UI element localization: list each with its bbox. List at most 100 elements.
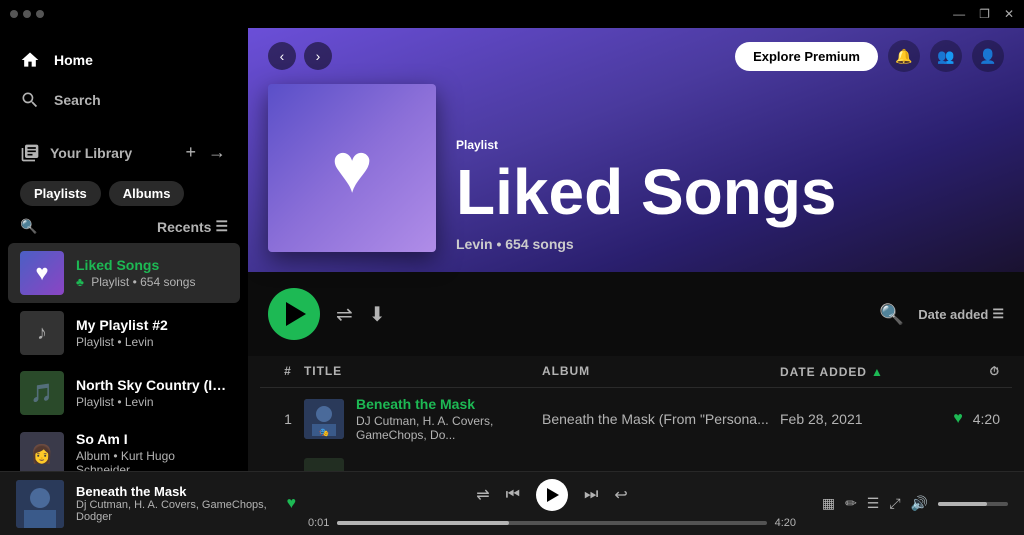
play-large-button[interactable] (268, 288, 320, 340)
library-actions: + → (183, 140, 228, 165)
titlebar-controls: — ❐ ✕ (953, 7, 1014, 21)
library-search-row: 🔍 Recents ☰ (8, 214, 240, 243)
player-track-name: Beneath the Mask (76, 484, 275, 499)
track-liked-1[interactable]: ♥ (953, 410, 963, 428)
friends-button[interactable]: 👥 (930, 40, 962, 72)
track-artists-1: DJ Cutman, H. A. Covers, GameChops, Do..… (356, 414, 542, 442)
player-track-artist: Dj Cutman, H. A. Covers, GameChops, Dodg… (76, 499, 275, 523)
ctrl-right: 🔍 Date added ☰ (879, 302, 1004, 327)
lyrics-button[interactable]: ☰ (867, 495, 880, 512)
tracklist-header: # Title Album Date added ▲ ⏱ (260, 356, 1012, 388)
titlebar-dot-2 (23, 10, 31, 18)
north-sky-name: North Sky Country (In-Game) (76, 377, 228, 393)
filter-playlists-button[interactable]: Playlists (20, 181, 101, 206)
track-actions-1: ♥ 4:20 (940, 410, 1000, 428)
volume-icon[interactable]: 🔊 (911, 495, 928, 512)
add-library-button[interactable]: + (183, 140, 198, 165)
download-button[interactable]: ⬇ (369, 302, 386, 327)
hero-topbar: ‹ › Explore Premium 🔔 👥 👤 (248, 28, 1024, 72)
so-am-i-meta: Album • Kurt Hugo Schneider (76, 449, 228, 471)
track-title-1: Beneath the Mask (356, 396, 542, 412)
titlebar-dot-1 (10, 10, 18, 18)
progress-fill (337, 521, 509, 525)
filter-albums-button[interactable]: Albums (109, 181, 185, 206)
playlist2-name: My Playlist #2 (76, 317, 228, 333)
playlist2-info: My Playlist #2 Playlist • Levin (76, 317, 228, 349)
tracklist-controls: ⇌ ⬇ 🔍 Date added ☰ (248, 272, 1024, 356)
shuffle-player-button[interactable]: ⇌ (476, 485, 489, 505)
current-time: 0:01 (308, 517, 329, 529)
tracklist: # Title Album Date added ▲ ⏱ 1 (248, 356, 1024, 471)
shuffle-button[interactable]: ⇌ (336, 302, 353, 327)
notifications-button[interactable]: 🔔 (888, 40, 920, 72)
sidebar-library: Your Library + → Playlists Albums 🔍 Rece… (0, 132, 248, 243)
sidebar-item-search-label: Search (54, 92, 101, 108)
sidebar-item-home[interactable]: Home (8, 40, 240, 80)
so-am-i-info: So Am I Album • Kurt Hugo Schneider (76, 431, 228, 471)
sidebar: Home Search Your Library + → (0, 28, 248, 471)
play-player-icon (547, 488, 559, 502)
track-album-1: Beneath the Mask (From "Persona... (542, 411, 780, 427)
north-sky-info: North Sky Country (In-Game) Playlist • L… (76, 377, 228, 409)
hero-info: Playlist Liked Songs Levin • 654 songs (456, 138, 1004, 252)
player-center: ⇌ ⏮ ⏭ ↩ 0:01 4:20 (308, 479, 796, 529)
sidebar-item-search[interactable]: Search (8, 80, 240, 120)
sort-label[interactable]: Date added ☰ (918, 306, 1004, 322)
library-list: ♥ Liked Songs ♣ Playlist • 654 songs ♪ M… (0, 243, 248, 471)
expand-library-button[interactable]: → (206, 140, 228, 165)
bottom-player: Beneath the Mask Dj Cutman, H. A. Covers… (0, 471, 1024, 535)
so-am-i-name: So Am I (76, 431, 228, 447)
track-num-2: 2 (272, 470, 304, 471)
table-row[interactable]: 2 (260, 450, 1012, 471)
search-tracklist-button[interactable]: 🔍 (879, 302, 904, 327)
sidebar-nav: Home Search (0, 36, 248, 132)
recents-label: Recents ☰ (157, 218, 228, 235)
hero-meta: Levin • 654 songs (456, 236, 1004, 252)
devices-button[interactable]: ✏ (845, 495, 857, 512)
recents-sort-icon[interactable]: ☰ (215, 218, 228, 235)
nav-arrows: ‹ › (268, 42, 332, 70)
player-like-button[interactable]: ♥ (287, 495, 297, 513)
player-track-info: Beneath the Mask Dj Cutman, H. A. Covers… (76, 484, 275, 523)
next-button[interactable]: ⏭ (584, 486, 598, 504)
volume-slider[interactable] (938, 502, 1008, 506)
volume-fill (938, 502, 987, 506)
prev-button[interactable]: ⏮ (506, 486, 520, 504)
so-am-i-thumb: 👩 (20, 432, 64, 471)
play-player-button[interactable] (536, 479, 568, 511)
minimize-button[interactable]: — (953, 7, 965, 21)
library-title-row: Your Library (20, 143, 132, 163)
explore-premium-button[interactable]: Explore Premium (735, 42, 878, 71)
hero-actions: Explore Premium 🔔 👥 👤 (735, 40, 1004, 72)
library-search-icon[interactable]: 🔍 (20, 218, 37, 235)
queue-button[interactable]: ▦ (822, 495, 835, 512)
hero-heart-icon: ♥ (331, 128, 373, 208)
library-item-so-am-i[interactable]: 👩 So Am I Album • Kurt Hugo Schneider (8, 423, 240, 471)
library-item-playlist2[interactable]: ♪ My Playlist #2 Playlist • Levin (8, 303, 240, 363)
table-row[interactable]: 1 🎭 Beneath the Mask DJ Cutman, H. A. Co… (260, 388, 1012, 450)
progress-track[interactable] (337, 521, 766, 525)
playlist2-thumb: ♪ (20, 311, 64, 355)
library-title-label: Your Library (50, 145, 132, 161)
restore-button[interactable]: ❐ (979, 7, 990, 21)
close-button[interactable]: ✕ (1004, 7, 1014, 21)
track-duration-1: 4:20 (973, 411, 1000, 427)
library-item-liked-songs[interactable]: ♥ Liked Songs ♣ Playlist • 654 songs (8, 243, 240, 303)
fullscreen-button[interactable]: ⤢ (889, 495, 900, 512)
player-right: ▦ ✏ ☰ ⤢ 🔊 (808, 495, 1008, 512)
forward-button[interactable]: › (304, 42, 332, 70)
track-info-2 (304, 458, 542, 471)
sort-asc-icon: ▲ (871, 365, 884, 379)
col-title: Title (304, 364, 542, 379)
library-item-north-sky[interactable]: 🎵 North Sky Country (In-Game) Playlist •… (8, 363, 240, 423)
repeat-button[interactable]: ↩ (614, 485, 627, 505)
track-thumb-2 (304, 458, 344, 471)
hero-thumbnail: ♥ (268, 84, 436, 252)
liked-songs-thumb: ♥ (20, 251, 64, 295)
profile-button[interactable]: 👤 (972, 40, 1004, 72)
col-duration: ⏱ (940, 364, 1000, 379)
back-button[interactable]: ‹ (268, 42, 296, 70)
play-large-icon (286, 302, 306, 326)
hero-content: ♥ Playlist Liked Songs Levin • 654 songs (248, 72, 1024, 272)
hero-title: Liked Songs (456, 160, 1004, 224)
